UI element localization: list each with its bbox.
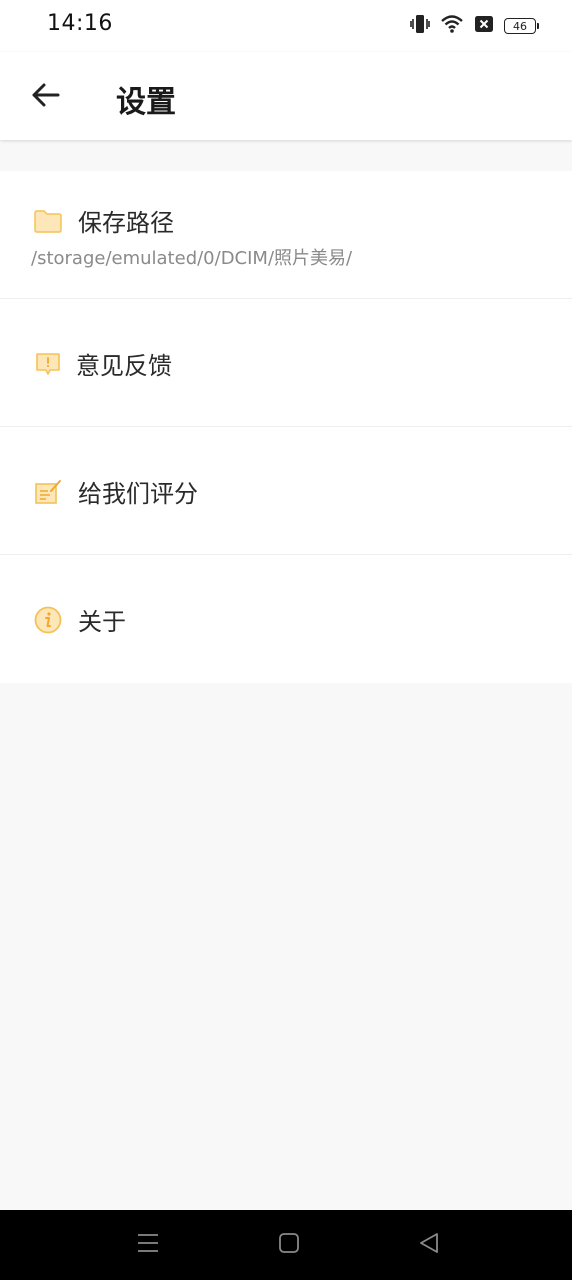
battery-icon: 46 (504, 18, 539, 34)
settings-item-label: 关于 (78, 608, 126, 636)
save-path-value: /storage/emulated/0/DCIM/照片美易/ (31, 248, 353, 269)
navigation-bar (0, 1210, 572, 1280)
wifi-icon (440, 14, 464, 38)
rate-icon (32, 476, 64, 508)
folder-icon (32, 205, 64, 237)
home-icon (278, 1232, 300, 1258)
status-bar: 14:16 46 (0, 0, 572, 52)
arrow-left-icon (30, 82, 60, 112)
item-row: 保存路径 (32, 203, 174, 238)
system-back-button[interactable] (416, 1232, 442, 1258)
item-row: 给我们评分 (32, 474, 198, 509)
page-title: 设置 (116, 85, 176, 120)
settings-item-label: 保存路径 (78, 209, 174, 237)
app-bar: 设置 (0, 52, 572, 140)
sim-blocked-icon (474, 15, 494, 37)
vibrate-icon (410, 13, 430, 39)
settings-item-save-path[interactable]: 保存路径 /storage/emulated/0/DCIM/照片美易/ (0, 171, 572, 299)
settings-item-label: 意见反馈 (76, 352, 172, 380)
item-row: 意见反馈 (32, 346, 172, 381)
status-time: 14:16 (47, 11, 113, 36)
settings-item-feedback[interactable]: 意见反馈 (0, 299, 572, 427)
settings-item-label: 给我们评分 (78, 480, 198, 508)
menu-icon (136, 1232, 160, 1258)
menu-button[interactable] (135, 1232, 161, 1258)
settings-screen: 14:16 46 设置 保存路径 /storage/emulated/0/DCI… (0, 0, 572, 1280)
home-button[interactable] (276, 1232, 302, 1258)
settings-list: 保存路径 /storage/emulated/0/DCIM/照片美易/ 意见反馈 (0, 171, 572, 683)
back-triangle-icon (418, 1232, 440, 1258)
item-row: 关于 (32, 602, 126, 637)
settings-item-rate[interactable]: 给我们评分 (0, 427, 572, 555)
feedback-icon (32, 348, 64, 380)
back-button[interactable] (26, 78, 64, 116)
status-icons: 46 (410, 13, 539, 39)
info-icon (32, 604, 64, 636)
settings-item-about[interactable]: 关于 (0, 555, 572, 683)
